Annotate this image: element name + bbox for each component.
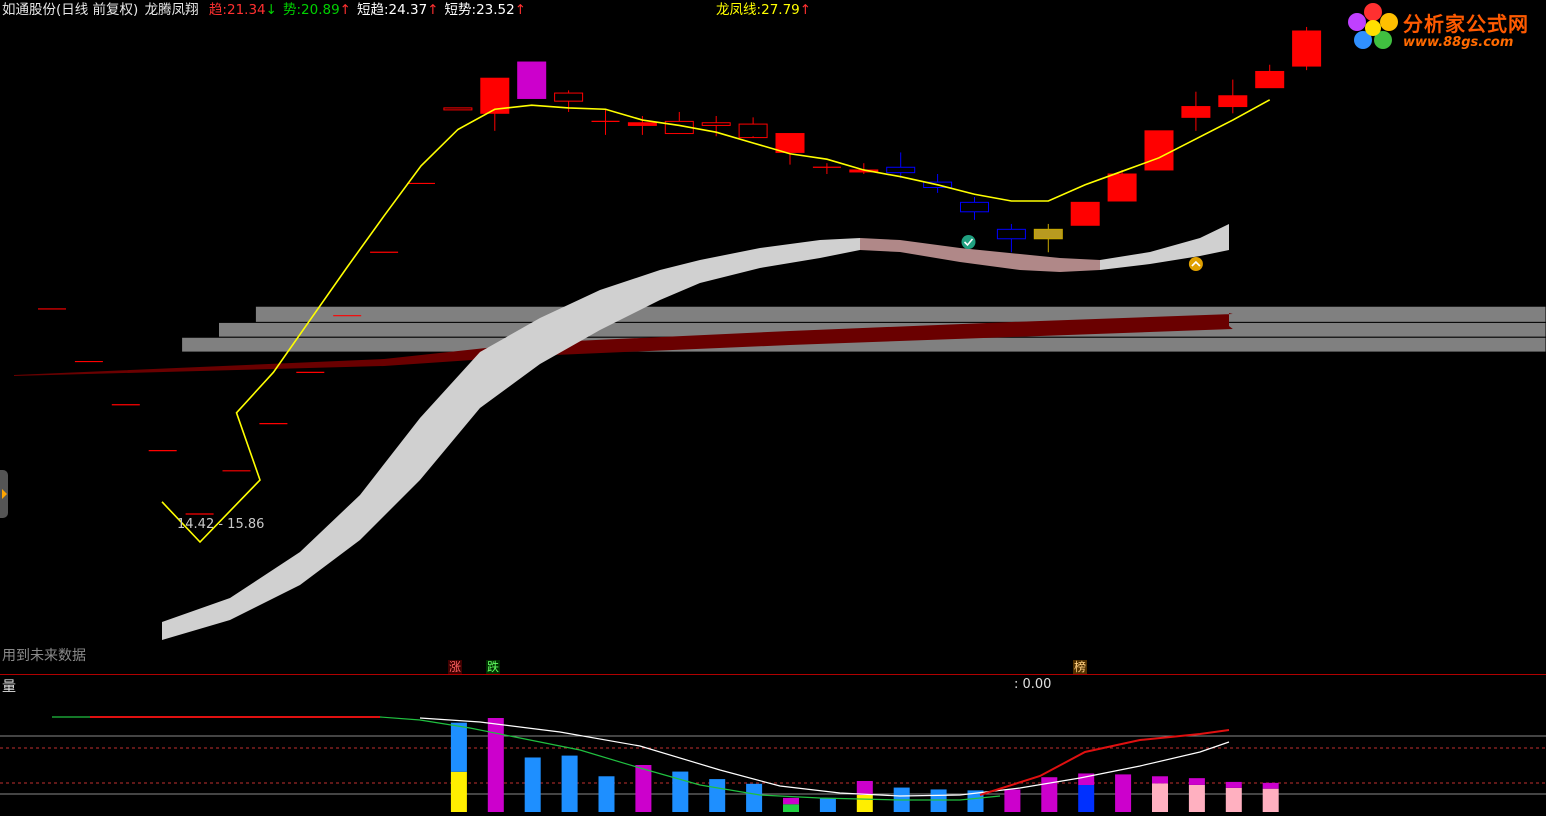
indicator-value: 20.89 bbox=[301, 2, 340, 18]
candle-30 bbox=[1144, 130, 1174, 171]
future-data-notice: 用到未来数据 bbox=[2, 648, 86, 664]
trend-band-reversal bbox=[860, 238, 1100, 272]
candle-11 bbox=[443, 107, 473, 111]
signal-up-label: 涨 bbox=[448, 660, 463, 674]
indicator-value: 24.37 bbox=[388, 2, 428, 18]
volume-bar-9-seg-0 bbox=[783, 804, 799, 812]
candle-27 bbox=[1033, 228, 1063, 240]
volume-bar-20-seg-1 bbox=[1188, 778, 1205, 785]
indicator-value: 23.52 bbox=[476, 2, 515, 18]
price-range-label: 14.42 - 15.86 bbox=[177, 517, 265, 532]
watermark-url: www.88gs.com bbox=[1403, 35, 1514, 50]
candle-14 bbox=[554, 92, 584, 102]
candle-28 bbox=[1070, 201, 1100, 226]
candle-32 bbox=[1218, 95, 1248, 108]
volume-bar-21-seg-0 bbox=[1225, 787, 1242, 812]
indicator-label: 势: bbox=[282, 2, 302, 18]
candle-20 bbox=[775, 133, 805, 153]
candle-25 bbox=[960, 201, 989, 213]
candle-19 bbox=[738, 123, 768, 139]
arrow-up-icon: ↑ bbox=[514, 2, 527, 18]
signal-down-label: 跌 bbox=[486, 660, 501, 674]
short-trend-band bbox=[162, 238, 860, 640]
volume-bar-4-seg-0 bbox=[598, 776, 615, 812]
indicator-value: 27.79 bbox=[761, 2, 800, 18]
arrow-up-icon: ↑ bbox=[427, 2, 439, 18]
candle-23 bbox=[886, 166, 916, 174]
indicator-label: 趋: bbox=[208, 2, 227, 18]
volume-bar-9-seg-1 bbox=[783, 797, 799, 805]
volume-panel-value: : 0.00 bbox=[1014, 677, 1052, 692]
volume-bar-18-seg-0 bbox=[1115, 774, 1132, 812]
candle-33 bbox=[1255, 70, 1285, 89]
vol-ma-white bbox=[419, 717, 1230, 797]
volume-bar-20-seg-0 bbox=[1188, 784, 1205, 812]
candle-13 bbox=[517, 61, 547, 99]
indicator-name: 龙腾凤翔 bbox=[144, 2, 199, 18]
indicator-item-3: 短势: 23.52↑ bbox=[445, 0, 527, 20]
indicator-item-2: 短趋: 24.37↑ bbox=[357, 0, 439, 20]
indicator-values: 趋: 21.34↓ 势: 20.89↑ 短趋: 24.37↑ 短势: 23.52↑ 龙凤… bbox=[203, 0, 811, 20]
buy-check-icon bbox=[961, 235, 976, 249]
volume-bar-17-seg-0 bbox=[1078, 785, 1095, 812]
chart-window: 如通股份(日线 前复权) 龙腾凤翔 趋: 21.34↓ 势: 20.89↑ 短趋: … bbox=[0, 0, 1546, 816]
volume-bar-15-seg-0 bbox=[1004, 789, 1021, 812]
signal-top-label: 榜 bbox=[1073, 660, 1088, 674]
volume-bar-21-seg-1 bbox=[1225, 781, 1242, 788]
indicator-value: 21.34 bbox=[226, 2, 266, 18]
indicator-item-1: 势: 20.89↑ bbox=[283, 0, 351, 20]
volume-bar-10-seg-0 bbox=[819, 797, 836, 812]
resistance-box-0 bbox=[254, 305, 1546, 323]
volume-bar-2-seg-0 bbox=[524, 757, 541, 812]
candle-18 bbox=[701, 122, 731, 126]
volume-bar-3-seg-0 bbox=[561, 755, 578, 812]
expand-panel-handle[interactable] bbox=[0, 470, 8, 518]
volume-bar-11-seg-1 bbox=[856, 780, 873, 795]
main-price-chart[interactable] bbox=[0, 0, 1546, 816]
arrow-up-icon: ↑ bbox=[799, 2, 812, 18]
indicator-label: 短势: bbox=[444, 2, 477, 18]
candle-16 bbox=[627, 122, 657, 126]
stock-name: 如通股份 bbox=[2, 2, 56, 18]
candle-31 bbox=[1181, 106, 1211, 118]
short-trend-band-end bbox=[1100, 224, 1229, 270]
volume-bar-19-seg-1 bbox=[1152, 776, 1168, 784]
up-chevron-icon bbox=[1188, 257, 1203, 271]
arrow-down-icon: ↓ bbox=[265, 2, 277, 18]
indicator-item-4: 龙凤线: 27.79↑ bbox=[716, 0, 811, 20]
volume-bar-0-seg-0 bbox=[450, 771, 467, 812]
candle-34 bbox=[1292, 30, 1322, 67]
candle-29 bbox=[1107, 173, 1137, 202]
flower-logo-icon bbox=[1348, 3, 1398, 49]
volume-bar-19-seg-0 bbox=[1152, 783, 1168, 812]
panel-separator bbox=[0, 674, 1546, 675]
volume-bar-22-seg-0 bbox=[1262, 788, 1279, 812]
indicator-label: 龙凤线: bbox=[716, 2, 762, 18]
indicator-label: 短趋: bbox=[356, 2, 389, 18]
volume-bar-13-seg-0 bbox=[930, 789, 947, 812]
volume-panel-label: 量 bbox=[2, 679, 16, 695]
volume-bar-8-seg-0 bbox=[746, 783, 763, 812]
watermark-name: 分析家公式网 bbox=[1403, 12, 1529, 36]
volume-bar-11-seg-0 bbox=[856, 794, 873, 812]
site-watermark: 分析家公式网 www.88gs.com bbox=[1345, 2, 1543, 54]
arrow-up-icon: ↑ bbox=[339, 2, 351, 18]
volume-bar-22-seg-1 bbox=[1262, 782, 1279, 789]
volume-bar-5-seg-0 bbox=[635, 765, 652, 812]
volume-bar-7-seg-0 bbox=[709, 779, 726, 812]
period-label: (日线 前复权) bbox=[56, 2, 139, 18]
candle-26 bbox=[996, 228, 1026, 240]
volume-bar-0-seg-1 bbox=[450, 722, 467, 772]
chart-header: 如通股份(日线 前复权) 龙腾凤翔 趋: 21.34↓ 势: 20.89↑ 短趋: … bbox=[2, 0, 811, 20]
indicator-item-0: 趋: 21.34↓ bbox=[209, 0, 277, 20]
